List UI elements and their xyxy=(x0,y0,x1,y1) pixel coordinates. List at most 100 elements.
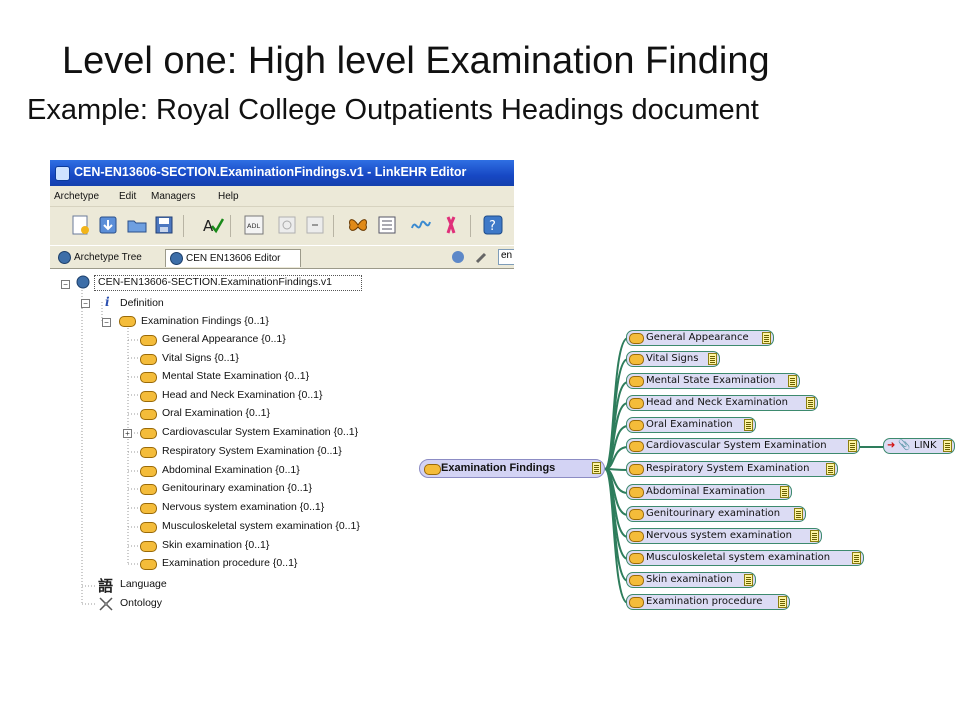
object-node-icon xyxy=(629,487,644,498)
object-node-icon xyxy=(629,333,644,344)
mindmap-root-node[interactable]: Examination Findings xyxy=(419,459,605,478)
tree-item[interactable]: Cardiovascular System Examination {0..1} xyxy=(162,426,358,438)
mindmap-node[interactable]: Cardiovascular System Examination xyxy=(626,438,860,454)
mindmap-link-node[interactable]: ➜ 📎 LINK xyxy=(883,438,955,454)
menu-managers[interactable]: Managers xyxy=(151,191,195,202)
mindmap-node-label: Abdominal Examination xyxy=(646,486,766,497)
help-icon[interactable]: ? xyxy=(482,214,504,236)
butterfly-icon[interactable] xyxy=(347,214,369,236)
note-icon xyxy=(744,419,753,431)
object-node-icon xyxy=(140,541,157,552)
paperclip-icon: 📎 xyxy=(898,440,911,451)
tree-item[interactable]: Head and Neck Examination {0..1} xyxy=(162,389,323,401)
info-icon: i xyxy=(105,295,110,309)
collapse-toggle[interactable]: − xyxy=(61,280,70,289)
tree-item[interactable]: General Appearance {0..1} xyxy=(162,333,286,345)
mindmap-node-label: Respiratory System Examination xyxy=(646,463,810,474)
mindmap-node-label: Nervous system examination xyxy=(646,530,793,541)
language-select[interactable]: en xyxy=(498,249,514,265)
tree-item[interactable]: Musculoskeletal system examination {0..1… xyxy=(162,520,360,532)
object-node-icon xyxy=(140,559,157,570)
tree-item[interactable]: Examination procedure {0..1} xyxy=(162,557,297,569)
new-archetype-icon[interactable] xyxy=(70,214,92,236)
tree-item[interactable]: Respiratory System Examination {0..1} xyxy=(162,445,342,457)
object-node-icon xyxy=(140,503,157,514)
validate-icon[interactable]: A xyxy=(202,214,224,236)
adl-icon[interactable]: ADL xyxy=(243,214,265,236)
object-node-icon xyxy=(424,464,441,475)
archetype-icon xyxy=(58,251,71,264)
tree-item[interactable]: Abdominal Examination {0..1} xyxy=(162,464,300,476)
tree-language[interactable]: Language xyxy=(120,578,167,590)
tree-examination-findings[interactable]: Examination Findings {0..1} xyxy=(141,315,269,327)
mindmap-node[interactable]: Vital Signs xyxy=(626,351,720,367)
mindmap-node-label: General Appearance xyxy=(646,332,749,343)
disabled-icon[interactable] xyxy=(276,214,298,236)
mindmap-node[interactable]: Oral Examination xyxy=(626,417,756,433)
object-node-icon xyxy=(140,372,157,383)
note-icon xyxy=(852,552,861,564)
archetype-tree: − CEN-EN13606-SECTION.ExaminationFinding… xyxy=(50,270,514,616)
mindmap-node[interactable]: Genitourinary examination xyxy=(626,506,806,522)
mindmap-node[interactable]: Abdominal Examination xyxy=(626,484,792,500)
mindmap-node[interactable]: Respiratory System Examination xyxy=(626,461,838,477)
mindmap-node-label: Mental State Examination xyxy=(646,375,776,386)
disabled-icon[interactable] xyxy=(304,214,326,236)
window-title: CEN-EN13606-SECTION.ExaminationFindings.… xyxy=(74,165,467,179)
toolbar-separator xyxy=(183,215,184,237)
mindmap-node-label: Examination procedure xyxy=(646,596,763,607)
app-icon xyxy=(55,166,70,181)
open-folder-icon[interactable] xyxy=(126,214,148,236)
figure-icon[interactable] xyxy=(440,214,462,236)
wrench-icon[interactable] xyxy=(474,249,490,265)
menu-help[interactable]: Help xyxy=(218,191,239,202)
tab-archetype-tree[interactable]: Archetype Tree xyxy=(54,249,164,267)
note-icon xyxy=(794,508,803,520)
note-icon xyxy=(778,596,787,608)
toolbar: A ADL ? xyxy=(50,207,514,245)
wave-icon[interactable] xyxy=(410,214,432,236)
mindmap-node[interactable]: Skin examination xyxy=(626,572,756,588)
object-node-icon xyxy=(140,391,157,402)
import-icon[interactable] xyxy=(97,214,119,236)
note-icon xyxy=(806,397,815,409)
svg-text:ADL: ADL xyxy=(247,222,260,230)
mindmap-node[interactable]: Musculoskeletal system examination xyxy=(626,550,864,566)
ontology-icon xyxy=(99,597,113,611)
tree-item[interactable]: Oral Examination {0..1} xyxy=(162,407,270,419)
tree-ontology[interactable]: Ontology xyxy=(120,597,162,609)
object-node-icon xyxy=(629,597,644,608)
collapse-toggle[interactable]: − xyxy=(81,299,90,308)
note-icon xyxy=(780,486,789,498)
mindmap-node[interactable]: Mental State Examination xyxy=(626,373,800,389)
expand-toggle[interactable]: + xyxy=(123,429,132,438)
object-node-icon xyxy=(629,398,644,409)
tab-label: CEN EN13606 Editor xyxy=(186,253,281,264)
mindmap-node-label: Cardiovascular System Examination xyxy=(646,440,827,451)
tree-item[interactable]: Skin examination {0..1} xyxy=(162,539,269,551)
tree-item[interactable]: Mental State Examination {0..1} xyxy=(162,370,309,382)
object-node-icon xyxy=(140,466,157,477)
object-node-icon xyxy=(629,509,644,520)
tree-item[interactable]: Nervous system examination {0..1} xyxy=(162,501,324,513)
mindmap-node-label: Skin examination xyxy=(646,574,733,585)
menu-archetype[interactable]: Archetype xyxy=(54,191,99,202)
window-titlebar[interactable]: CEN-EN13606-SECTION.ExaminationFindings.… xyxy=(50,160,514,186)
menu-edit[interactable]: Edit xyxy=(119,191,136,202)
tree-root[interactable]: CEN-EN13606-SECTION.ExaminationFindings.… xyxy=(98,276,332,288)
mindmap-node[interactable]: Examination procedure xyxy=(626,594,790,610)
tab-cen-editor[interactable]: CEN EN13606 Editor xyxy=(165,249,301,267)
list-icon[interactable] xyxy=(376,214,398,236)
mindmap-node-label: Oral Examination xyxy=(646,419,733,430)
archetype-root-icon xyxy=(76,275,90,289)
tree-item[interactable]: Genitourinary examination {0..1} xyxy=(162,482,312,494)
save-icon[interactable] xyxy=(153,214,175,236)
mindmap-node[interactable]: General Appearance xyxy=(626,330,774,346)
tree-item[interactable]: Vital Signs {0..1} xyxy=(162,352,239,364)
mindmap-node[interactable]: Nervous system examination xyxy=(626,528,822,544)
collapse-toggle[interactable]: − xyxy=(102,318,111,327)
mindmap-node[interactable]: Head and Neck Examination xyxy=(626,395,818,411)
tools-icon[interactable] xyxy=(450,249,466,265)
object-node-icon xyxy=(140,354,157,365)
tree-definition[interactable]: Definition xyxy=(120,297,164,309)
